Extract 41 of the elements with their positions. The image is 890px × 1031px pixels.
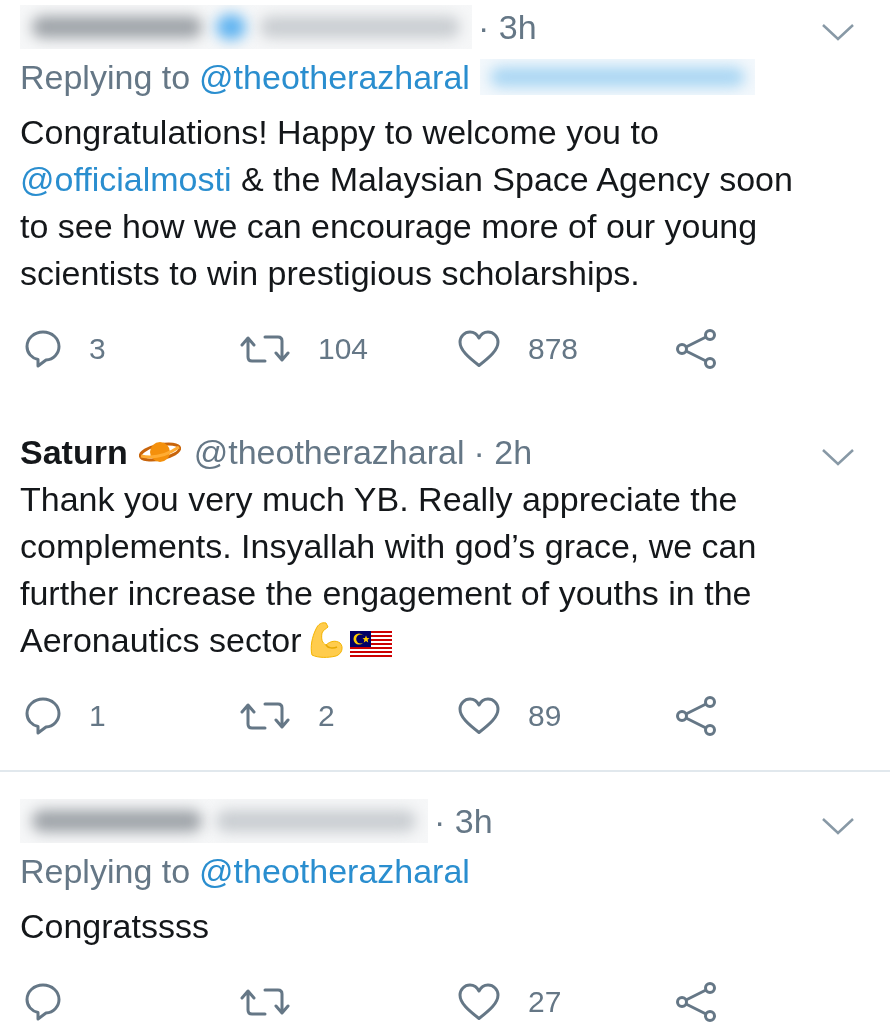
share-icon [675,696,717,736]
heart-icon [458,983,500,1021]
retweet-button[interactable] [240,987,290,1017]
reply-button[interactable]: 1 [25,697,106,735]
display-name: Saturn [20,432,128,473]
share-button[interactable] [675,329,717,369]
tweet-text: Congratssss [20,906,210,947]
mention-link[interactable]: @officialmosti [20,160,232,198]
chevron-down-icon[interactable] [821,23,855,41]
mention-link[interactable]: @theotherazharal [199,848,470,894]
heart-icon [458,330,500,368]
heart-icon [458,697,500,735]
share-button[interactable] [675,696,717,736]
retweet-icon [240,334,290,364]
speech-bubble-icon [25,983,61,1021]
reply-button[interactable]: 3 [25,330,106,368]
mention-link[interactable]: @theotherazharal [199,54,470,100]
like-button[interactable]: 878 [458,330,579,368]
retweet-icon [240,987,290,1017]
user-handle: @theotherazharal [193,432,465,473]
timestamp: · 3h [434,801,493,842]
replying-to-label: Replying to [20,57,191,98]
tweet-text: Thank you very much YB. Really appreciate the complements. Insyallah with god’s grace, we can further increase the engagement of youths in the Aeronautics sector [20,479,758,661]
reply-button[interactable] [25,983,61,1021]
speech-bubble-icon [25,330,61,368]
timestamp: · 3h [478,7,537,48]
speech-bubble-icon [25,697,61,735]
tweet-text: Congratulations! Happy to welcome you to @officialmosti & the Malaysian Space Agency soon to see how we can encourage more of our young scientists to win prestigious scholarships. [20,112,794,294]
like-button[interactable]: 89 [458,697,562,735]
retweet-button[interactable]: 104 [240,332,369,366]
retweet-icon [240,701,290,731]
share-button[interactable] [675,982,717,1022]
timestamp: · 2h [473,432,533,473]
retweet-button[interactable]: 2 [240,699,335,733]
chevron-down-icon[interactable] [821,817,855,835]
flag-icon [349,631,392,659]
share-icon [675,329,717,369]
replying-to-label: Replying to [20,851,191,892]
share-icon [675,982,717,1022]
like-button[interactable]: 27 [458,983,562,1021]
chevron-down-icon[interactable] [821,448,855,466]
